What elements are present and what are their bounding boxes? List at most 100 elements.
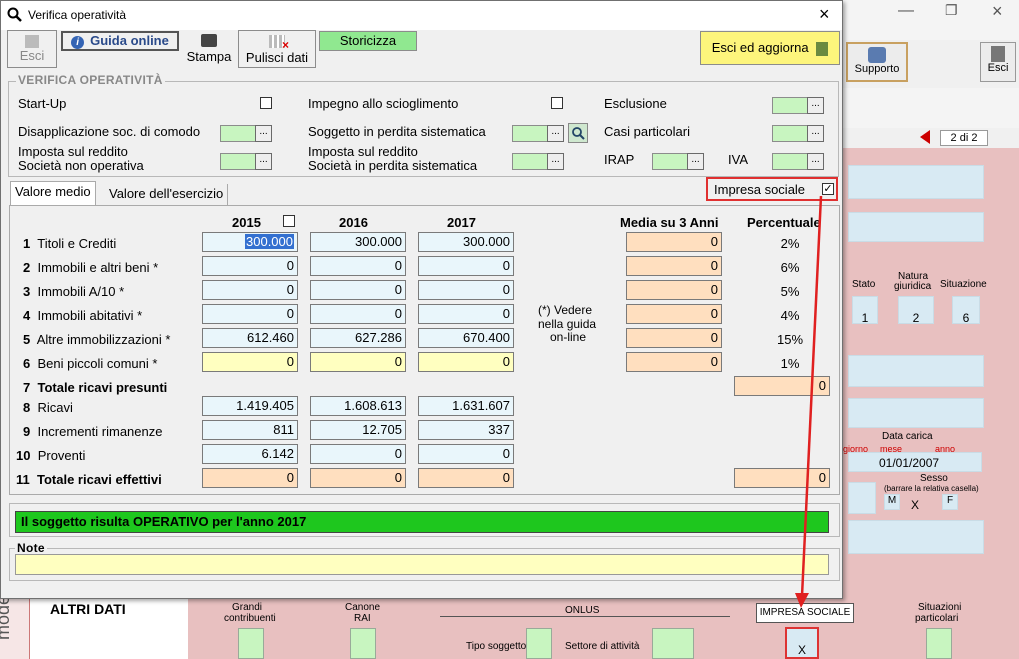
value-2016[interactable]: 1.608.613 [310,396,406,416]
year-2016-header: 2016 [339,215,368,230]
year-2015-header: 2015 [232,215,261,230]
pulisci-dati-button[interactable]: × Pulisci dati [238,30,316,68]
value-2017[interactable]: 0 [418,444,514,464]
imposta-perdita-select[interactable]: ... [512,153,564,170]
esci-ed-aggiorna-button[interactable]: Esci ed aggiorna [700,31,840,65]
guida-label: Guida online [90,33,169,48]
esci-button[interactable]: Esci [7,30,57,68]
dots-button[interactable]: ... [687,153,704,170]
value-2016[interactable]: 12.705 [310,420,406,440]
storicizza-button[interactable]: Storicizza [319,31,417,51]
iva-label: IVA [728,152,748,167]
value-2017[interactable]: 337 [418,420,514,440]
impresa-sociale-bg-button[interactable]: IMPRESA SOCIALE [756,603,854,623]
media-value: 0 [626,280,722,300]
guida-online-button[interactable]: i Guida online [61,31,179,51]
value-2017[interactable]: 0 [418,256,514,276]
exit-icon [991,46,1005,62]
impresa-sociale-bg-label: IMPRESA SOCIALE [759,607,851,618]
value-2015[interactable]: 0 [202,304,298,324]
value-2015: 0 [202,468,298,488]
dots-button[interactable]: ... [807,125,824,142]
value-2015[interactable]: 0 [202,352,298,372]
situazione-field[interactable]: 6 [952,296,980,325]
irap-select[interactable]: ... [652,153,704,170]
title-bar: Verifica operatività × [1,1,842,30]
verifica-operativita-dialog: Verifica operatività × Esci i Guida onlin… [0,0,843,599]
value-2017[interactable]: 670.400 [418,328,514,348]
casi-particolari-select[interactable]: ... [772,125,824,142]
value-2016[interactable]: 0 [310,256,406,276]
bg-esci-button[interactable]: Esci [980,42,1016,82]
value-2015[interactable]: 1.419.405 [202,396,298,416]
note-label: Note [15,541,47,555]
data-carica-field[interactable]: 01/01/2007 [848,452,982,472]
value-2016[interactable]: 0 [310,304,406,324]
natura-label-2: giuridica [894,281,932,292]
value-2017[interactable]: 300.000 [418,232,514,252]
dots-button[interactable]: ... [255,125,272,142]
value-2016[interactable]: 0 [310,352,406,372]
sesso-f-box[interactable]: F [942,494,958,510]
value-2015[interactable]: 0 [202,256,298,276]
imposta-non-operativa-select[interactable]: ... [220,153,272,170]
restore-icon[interactable]: ❐ [945,2,958,19]
value-2015[interactable]: 6.142 [202,444,298,464]
dots-button[interactable]: ... [807,97,824,114]
bg-field [848,212,984,242]
value-2017[interactable]: 1.631.607 [418,396,514,416]
settore-field[interactable] [652,628,694,659]
stampa-button[interactable]: Stampa [183,30,235,68]
close-icon[interactable]: × [819,5,830,23]
tab-valore-esercizio[interactable]: Valore dell'esercizio [105,184,229,205]
prev-page-icon[interactable] [920,130,930,144]
value-2017[interactable]: 0 [418,352,514,372]
impegno-checkbox[interactable] [551,97,563,109]
dots-button[interactable]: ... [807,153,824,170]
impresa-sociale-bg-field[interactable]: X [785,627,819,659]
disapplicazione-select[interactable]: ... [220,125,272,142]
note-field[interactable] [15,554,829,575]
value-2016[interactable]: 627.286 [310,328,406,348]
value-2015[interactable]: 0 [202,280,298,300]
stato-field[interactable]: 1 [852,296,878,325]
soggetto-perdita-select[interactable]: ... [512,125,564,142]
startup-checkbox[interactable] [260,97,272,109]
impresa-sociale-checkbox[interactable]: ✓ [822,183,834,195]
sesso-x: X [911,498,920,512]
sesso-m-box[interactable]: M [884,494,900,510]
dots-button[interactable]: ... [547,153,564,170]
grandi-field[interactable] [238,628,264,659]
zoom-icon[interactable] [568,123,588,143]
esci-aggiorna-label: Esci ed aggiorna [711,40,809,55]
row-label: 3 Immobili A/10 * [23,284,125,299]
natura-field[interactable]: 2 [898,296,934,325]
tipo-soggetto-field[interactable] [526,628,552,659]
value-2016[interactable]: 0 [310,444,406,464]
dots-button[interactable]: ... [547,125,564,142]
canone-field[interactable] [350,628,376,659]
bg-field [848,165,984,199]
value-2015[interactable]: 300.000 [202,232,298,252]
media-value: 0 [626,232,722,252]
value-2017[interactable]: 0 [418,280,514,300]
value-2015[interactable]: 811 [202,420,298,440]
year-2015-checkbox[interactable] [283,215,295,227]
tab-valore-medio[interactable]: Valore medio [10,181,96,206]
window-title: Verifica operatività [28,8,127,22]
value-2016[interactable]: 300.000 [310,232,406,252]
iva-select[interactable]: ... [772,153,824,170]
minimize-icon[interactable]: — [898,2,914,20]
disapplicazione-label: Disapplicazione soc. di comodo [18,124,201,139]
onlus-line [440,616,730,617]
value-2017[interactable]: 0 [418,304,514,324]
supporto-button[interactable]: Supporto [846,42,908,82]
app-close-icon[interactable]: × [992,1,1003,22]
value-2015[interactable]: 612.460 [202,328,298,348]
value-2016[interactable]: 0 [310,280,406,300]
situazioni-field[interactable] [926,628,952,659]
dots-button[interactable]: ... [255,153,272,170]
esclusione-select[interactable]: ... [772,97,824,114]
totale-ricavi-effettivi-value: 0 [734,468,830,488]
status-bar: Il soggetto risulta OPERATIVO per l'anno… [15,511,829,533]
